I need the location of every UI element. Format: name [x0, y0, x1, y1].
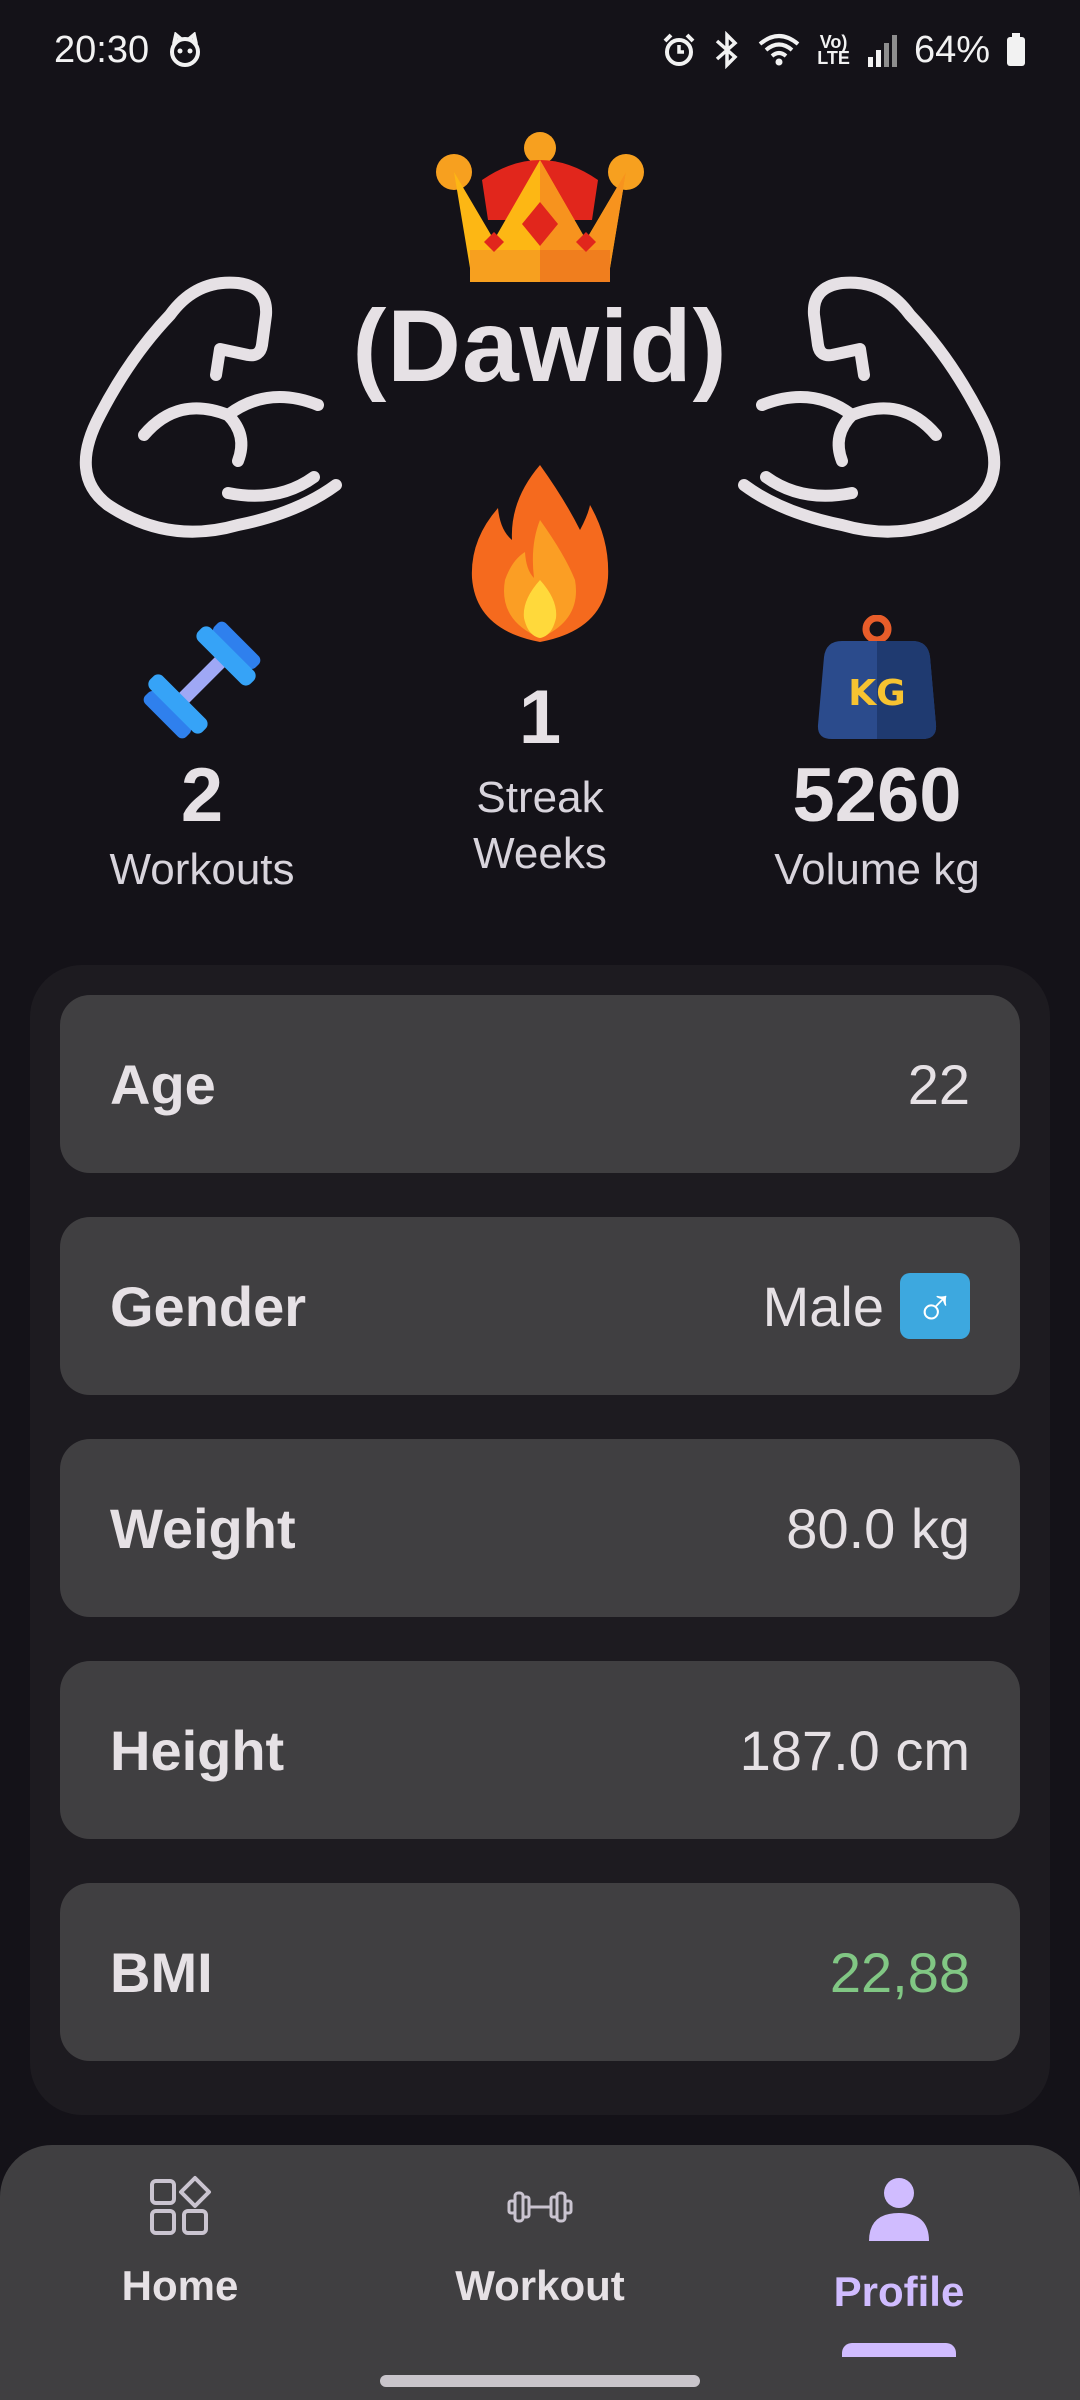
status-bar: 20:30 Vo) LTE 64% — [0, 0, 1080, 100]
profile-details-card: Age 22 Gender Male ♂ Weight 80.0 kg Heig… — [30, 965, 1050, 2115]
person-icon — [869, 2178, 929, 2241]
nav-workout-label: Workout — [455, 2262, 625, 2309]
stat-workouts: 2 Workouts — [37, 615, 367, 898]
cat-face-icon — [167, 32, 203, 68]
volte-indicator: Vo) LTE — [817, 32, 850, 68]
bmi-row[interactable]: BMI 22,88 — [60, 1883, 1020, 2061]
volume-label: Volume kg — [774, 845, 980, 894]
fire-icon — [471, 465, 609, 642]
stats-section: 2 Workouts 1 Streak Weeks KG 5260 Volume … — [0, 460, 1080, 930]
dumbbell-icon — [143, 621, 261, 739]
workouts-label: Workouts — [109, 845, 295, 894]
streak-count: 1 — [518, 675, 562, 760]
weight-label: Weight — [110, 1496, 296, 1560]
user-name: (Dawid) — [352, 289, 728, 403]
gender-row[interactable]: Gender Male ♂ — [60, 1217, 1020, 1395]
weight-row[interactable]: Weight 80.0 kg — [60, 1439, 1020, 1617]
stat-streak: 1 Streak Weeks — [375, 460, 705, 882]
kg-weight-icon: KG — [817, 614, 937, 739]
battery-icon — [1006, 33, 1026, 67]
dashboard-icon — [150, 2176, 211, 2235]
nav-profile[interactable]: Profile — [749, 2175, 1049, 2316]
height-label: Height — [110, 1718, 285, 1782]
streak-label: Streak Weeks — [473, 773, 607, 878]
svg-text:KG: KG — [848, 673, 905, 714]
battery-percent: 64% — [913, 28, 990, 71]
age-value: 22 — [907, 1052, 970, 1116]
active-tab-indicator — [842, 2343, 956, 2357]
height-row[interactable]: Height 187.0 cm — [60, 1661, 1020, 1839]
bluetooth-icon — [713, 31, 741, 69]
gender-label: Gender — [110, 1274, 307, 1338]
age-label: Age — [110, 1052, 216, 1116]
weight-value: 80.0 kg — [786, 1496, 970, 1560]
gesture-handle[interactable] — [380, 2375, 700, 2387]
nav-home[interactable]: Home — [30, 2175, 330, 2310]
profile-header: (Dawid) — [0, 110, 1080, 538]
workouts-count: 2 — [180, 753, 224, 838]
status-time: 20:30 — [54, 28, 150, 71]
nav-home-label: Home — [121, 2262, 239, 2309]
bottom-navigation: Home Workout Profile — [0, 2145, 1080, 2400]
crown-icon — [436, 132, 644, 282]
volume-count: 5260 — [792, 753, 962, 838]
height-value: 187.0 cm — [739, 1718, 970, 1782]
gender-value-group: Male ♂ — [763, 1273, 970, 1339]
signal-icon — [866, 33, 898, 67]
nav-workout[interactable]: Workout — [390, 2175, 690, 2310]
male-sign-icon: ♂ — [900, 1273, 970, 1339]
age-row[interactable]: Age 22 — [60, 995, 1020, 1173]
bmi-value: 22,88 — [829, 1940, 970, 2004]
alarm-icon — [661, 32, 697, 68]
nav-profile-label: Profile — [833, 2268, 965, 2315]
wifi-icon — [757, 32, 801, 68]
gender-value: Male — [762, 1274, 884, 1338]
stat-volume: KG 5260 Volume kg — [712, 614, 1042, 898]
bmi-label: BMI — [110, 1940, 213, 2004]
dumbbell-outline-icon — [507, 2191, 573, 2223]
